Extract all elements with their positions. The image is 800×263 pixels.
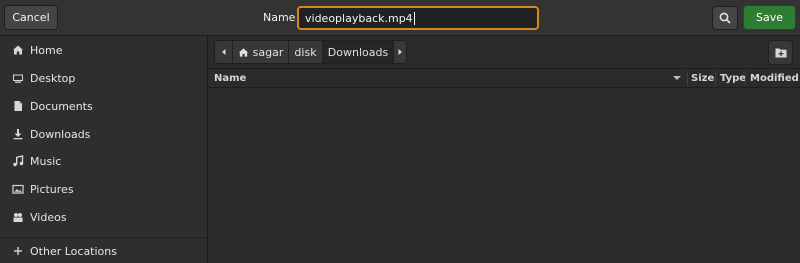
- places-sidebar: Home Desktop Documents Downloads Music P…: [0, 36, 208, 263]
- text-cursor: [413, 11, 415, 25]
- sidebar-item-documents[interactable]: Documents: [0, 93, 207, 119]
- sidebar-item-label: Music: [30, 154, 62, 168]
- column-divider: [687, 71, 688, 86]
- sidebar-item-pictures[interactable]: Pictures: [0, 176, 207, 202]
- chevron-right-icon: [398, 49, 402, 55]
- column-header-name[interactable]: Name: [214, 69, 684, 87]
- sidebar-item-music[interactable]: Music: [0, 148, 207, 174]
- column-header-modified[interactable]: Modified: [750, 69, 800, 87]
- sidebar-item-label: Videos: [30, 210, 67, 224]
- home-icon: [238, 47, 248, 57]
- sidebar-item-label: Other Locations: [30, 244, 117, 258]
- breadcrumb-downloads[interactable]: Downloads: [322, 40, 394, 64]
- videos-icon: [12, 211, 24, 223]
- pictures-icon: [12, 183, 24, 195]
- breadcrumb-label: Downloads: [327, 45, 389, 59]
- download-icon: [12, 128, 24, 140]
- sidebar-item-videos[interactable]: Videos: [0, 204, 207, 230]
- column-header-size[interactable]: Size: [691, 69, 714, 87]
- column-header-type[interactable]: Type: [720, 69, 746, 87]
- desktop-icon: [12, 72, 24, 84]
- chevron-left-icon: [221, 49, 225, 55]
- document-icon: [12, 100, 24, 112]
- sidebar-item-label: Documents: [30, 99, 93, 113]
- sidebar-item-downloads[interactable]: Downloads: [0, 121, 207, 147]
- home-icon: [12, 44, 24, 56]
- sidebar-item-home[interactable]: Home: [0, 37, 207, 63]
- column-divider: [715, 71, 716, 86]
- sidebar-item-desktop[interactable]: Desktop: [0, 65, 207, 91]
- sort-descending-icon: [673, 76, 681, 80]
- breadcrumb-sagar[interactable]: sagar: [232, 40, 289, 64]
- new-folder-icon: [775, 48, 786, 58]
- filename-input[interactable]: videoplayback.mp4: [297, 6, 539, 30]
- save-button[interactable]: Save: [743, 5, 796, 30]
- filename-value: videoplayback.mp4: [305, 11, 413, 25]
- name-label: Name: [263, 11, 296, 24]
- path-bar: sagar disk Downloads: [208, 36, 800, 68]
- search-button[interactable]: [712, 6, 738, 30]
- sidebar-item-other-locations[interactable]: Other Locations: [0, 238, 207, 263]
- new-folder-button[interactable]: [768, 40, 793, 65]
- breadcrumb-label: sagar: [252, 45, 284, 59]
- plus-icon: [12, 245, 24, 257]
- sidebar-item-label: Pictures: [30, 182, 74, 196]
- sidebar-item-label: Home: [30, 43, 63, 57]
- path-back-button[interactable]: [214, 40, 233, 64]
- music-icon: [12, 155, 24, 167]
- path-forward-button[interactable]: [393, 40, 407, 64]
- file-list-header: Name Size Type Modified: [208, 68, 800, 88]
- file-list[interactable]: Name Size Type Modified: [208, 68, 800, 263]
- breadcrumb-label: disk: [294, 45, 317, 59]
- sidebar-item-label: Desktop: [30, 71, 76, 85]
- breadcrumb-disk[interactable]: disk: [288, 40, 323, 64]
- header-bar: Cancel Name videoplayback.mp4 Save: [0, 0, 800, 36]
- sidebar-item-label: Downloads: [30, 127, 91, 141]
- cancel-button[interactable]: Cancel: [4, 5, 58, 30]
- column-divider: [745, 71, 746, 86]
- search-icon: [719, 12, 731, 24]
